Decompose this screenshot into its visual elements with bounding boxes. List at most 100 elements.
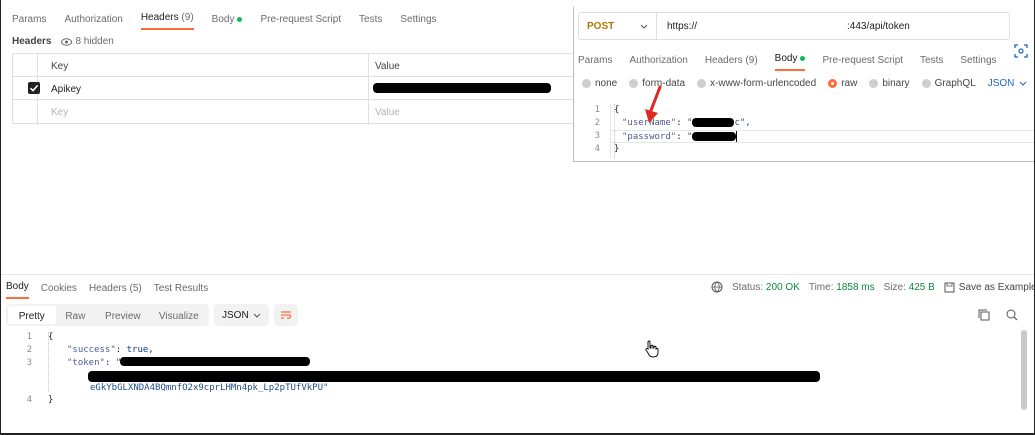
- response-body-viewer[interactable]: 1 2 3 4 { "success": true, "token": " eG…: [0, 331, 1020, 431]
- view-preview[interactable]: Preview: [95, 306, 150, 324]
- response-tab-test-results[interactable]: Test Results: [154, 283, 208, 299]
- eye-icon: [61, 37, 73, 46]
- tab-authorization[interactable]: Authorization: [629, 55, 687, 71]
- radio-icon: [869, 78, 879, 88]
- json-colon: :: [676, 118, 682, 128]
- json-key: "success": [67, 345, 116, 355]
- tab-body-label: Body: [774, 53, 798, 64]
- response-format-select[interactable]: JSON: [214, 304, 269, 326]
- time-value: 1858 ms: [836, 281, 875, 293]
- json-colon: :: [115, 345, 122, 355]
- globe-icon[interactable]: [711, 281, 723, 293]
- response-tab-body[interactable]: Body: [6, 281, 29, 299]
- code-line-password: "password": ": [622, 131, 738, 142]
- body-type-graphql[interactable]: GraphQL: [921, 78, 976, 89]
- tab-settings[interactable]: Settings: [400, 14, 436, 30]
- search-icon[interactable]: [1006, 309, 1018, 324]
- line-number: 2: [26, 345, 32, 355]
- new-key-placeholder[interactable]: Key: [51, 107, 68, 118]
- view-raw[interactable]: Raw: [56, 306, 96, 324]
- json-string-tail: c",: [734, 118, 751, 128]
- view-visualize[interactable]: Visualize: [151, 306, 207, 324]
- code-open-brace: {: [48, 332, 54, 342]
- overlay-request-panel: POST https:// :443/api/token Params Auth…: [573, 7, 1035, 162]
- json-key: "password": [622, 132, 677, 142]
- code-line-token: "token": ": [67, 358, 121, 368]
- save-as-example-button[interactable]: Save as Example: [944, 282, 1035, 293]
- response-tabs: Body Cookies Headers (5) Test Results: [6, 281, 208, 299]
- line-number: 3: [594, 131, 600, 141]
- headers-subheader: Headers 8 hidden: [12, 36, 114, 47]
- tab-params[interactable]: Params: [578, 55, 612, 71]
- redacted-token-part: [88, 371, 820, 382]
- body-type-binary-label: binary: [882, 78, 910, 89]
- line-number: 4: [594, 144, 600, 154]
- view-pretty[interactable]: Pretty: [8, 306, 56, 324]
- tab-body[interactable]: Body: [774, 53, 806, 71]
- column-key: Key: [51, 61, 69, 72]
- chevron-down-icon: [253, 313, 261, 318]
- header-enabled-checkbox[interactable]: [28, 82, 40, 94]
- redacted-username: [692, 118, 735, 127]
- body-type-urlencoded[interactable]: x-www-form-urlencoded: [697, 78, 816, 89]
- tab-authorization[interactable]: Authorization: [64, 14, 122, 30]
- response-tab-headers[interactable]: Headers (5): [89, 283, 142, 299]
- tab-body[interactable]: Body: [212, 14, 243, 30]
- tab-pre-request-script[interactable]: Pre-request Script: [822, 55, 903, 71]
- new-value-placeholder[interactable]: Value: [375, 107, 400, 118]
- headers-table-header: Key Value: [13, 54, 573, 125]
- code-line-success: "success": true,: [67, 345, 154, 355]
- hidden-headers-toggle[interactable]: 8 hidden: [61, 36, 114, 47]
- raw-format-select[interactable]: JSON: [988, 78, 1028, 89]
- size-value: 425 B: [908, 281, 935, 293]
- chevron-down-icon: [640, 24, 648, 29]
- body-type-binary[interactable]: binary: [869, 78, 910, 89]
- wrap-lines-icon: [281, 311, 292, 319]
- time-info[interactable]: Time: 1858 ms: [809, 282, 875, 293]
- tab-settings[interactable]: Settings: [960, 55, 996, 71]
- size-info[interactable]: Size: 425 B: [884, 282, 935, 293]
- status-info[interactable]: Status: 200 OK: [732, 282, 800, 293]
- wrap-lines-button[interactable]: [274, 304, 298, 326]
- tab-params[interactable]: Params: [12, 14, 46, 30]
- text-cursor: [736, 131, 738, 142]
- url-bar: POST https:// :443/api/token: [578, 12, 1010, 40]
- tab-headers[interactable]: Headers (9): [705, 55, 758, 71]
- tab-headers-count: (9): [745, 55, 758, 66]
- line-number: 1: [26, 332, 32, 342]
- response-scrollbar[interactable]: [1021, 330, 1027, 410]
- body-dot-icon: [237, 16, 243, 22]
- overlay-request-tabs: Params Authorization Headers (9) Body Pr…: [578, 53, 997, 71]
- json-colon: :: [104, 358, 111, 368]
- checkmark-icon: [29, 84, 39, 92]
- tab-headers[interactable]: Headers (9): [140, 12, 194, 30]
- status-value: 200 OK: [765, 281, 800, 293]
- method-select[interactable]: POST: [579, 13, 657, 39]
- window-border-left: [0, 0, 1, 435]
- radio-selected-icon: [828, 78, 838, 88]
- code-line-username: "userName": " c",: [622, 118, 751, 128]
- body-type-none[interactable]: none: [582, 78, 617, 89]
- radio-icon: [921, 78, 931, 88]
- column-value: Value: [375, 61, 400, 72]
- url-input[interactable]: https:// :443/api/token: [657, 21, 1009, 32]
- header-key-apikey[interactable]: Apikey: [51, 84, 81, 95]
- redacted-header-value[interactable]: [373, 83, 551, 93]
- tab-tests[interactable]: Tests: [359, 14, 382, 30]
- body-type-urlencoded-label: x-www-form-urlencoded: [710, 78, 817, 89]
- headers-section-label: Headers: [12, 36, 52, 47]
- save-as-example-label: Save as Example: [958, 281, 1035, 293]
- copy-icon[interactable]: [978, 309, 990, 324]
- response-tab-cookies[interactable]: Cookies: [41, 283, 77, 299]
- tab-tests[interactable]: Tests: [920, 55, 943, 71]
- table-row: Key Value: [13, 100, 573, 123]
- table-row: Apikey: [13, 77, 573, 100]
- hand-cursor-icon: [645, 340, 659, 358]
- tab-pre-request-script[interactable]: Pre-request Script: [260, 14, 341, 30]
- body-type-none-label: none: [595, 78, 618, 89]
- chevron-down-icon: [1020, 81, 1027, 86]
- headers-table: Key Value Apikey Key Value: [12, 53, 574, 125]
- body-type-raw[interactable]: raw: [828, 78, 857, 89]
- focus-mode-icon[interactable]: [1014, 44, 1028, 58]
- response-format-label: JSON: [222, 309, 249, 321]
